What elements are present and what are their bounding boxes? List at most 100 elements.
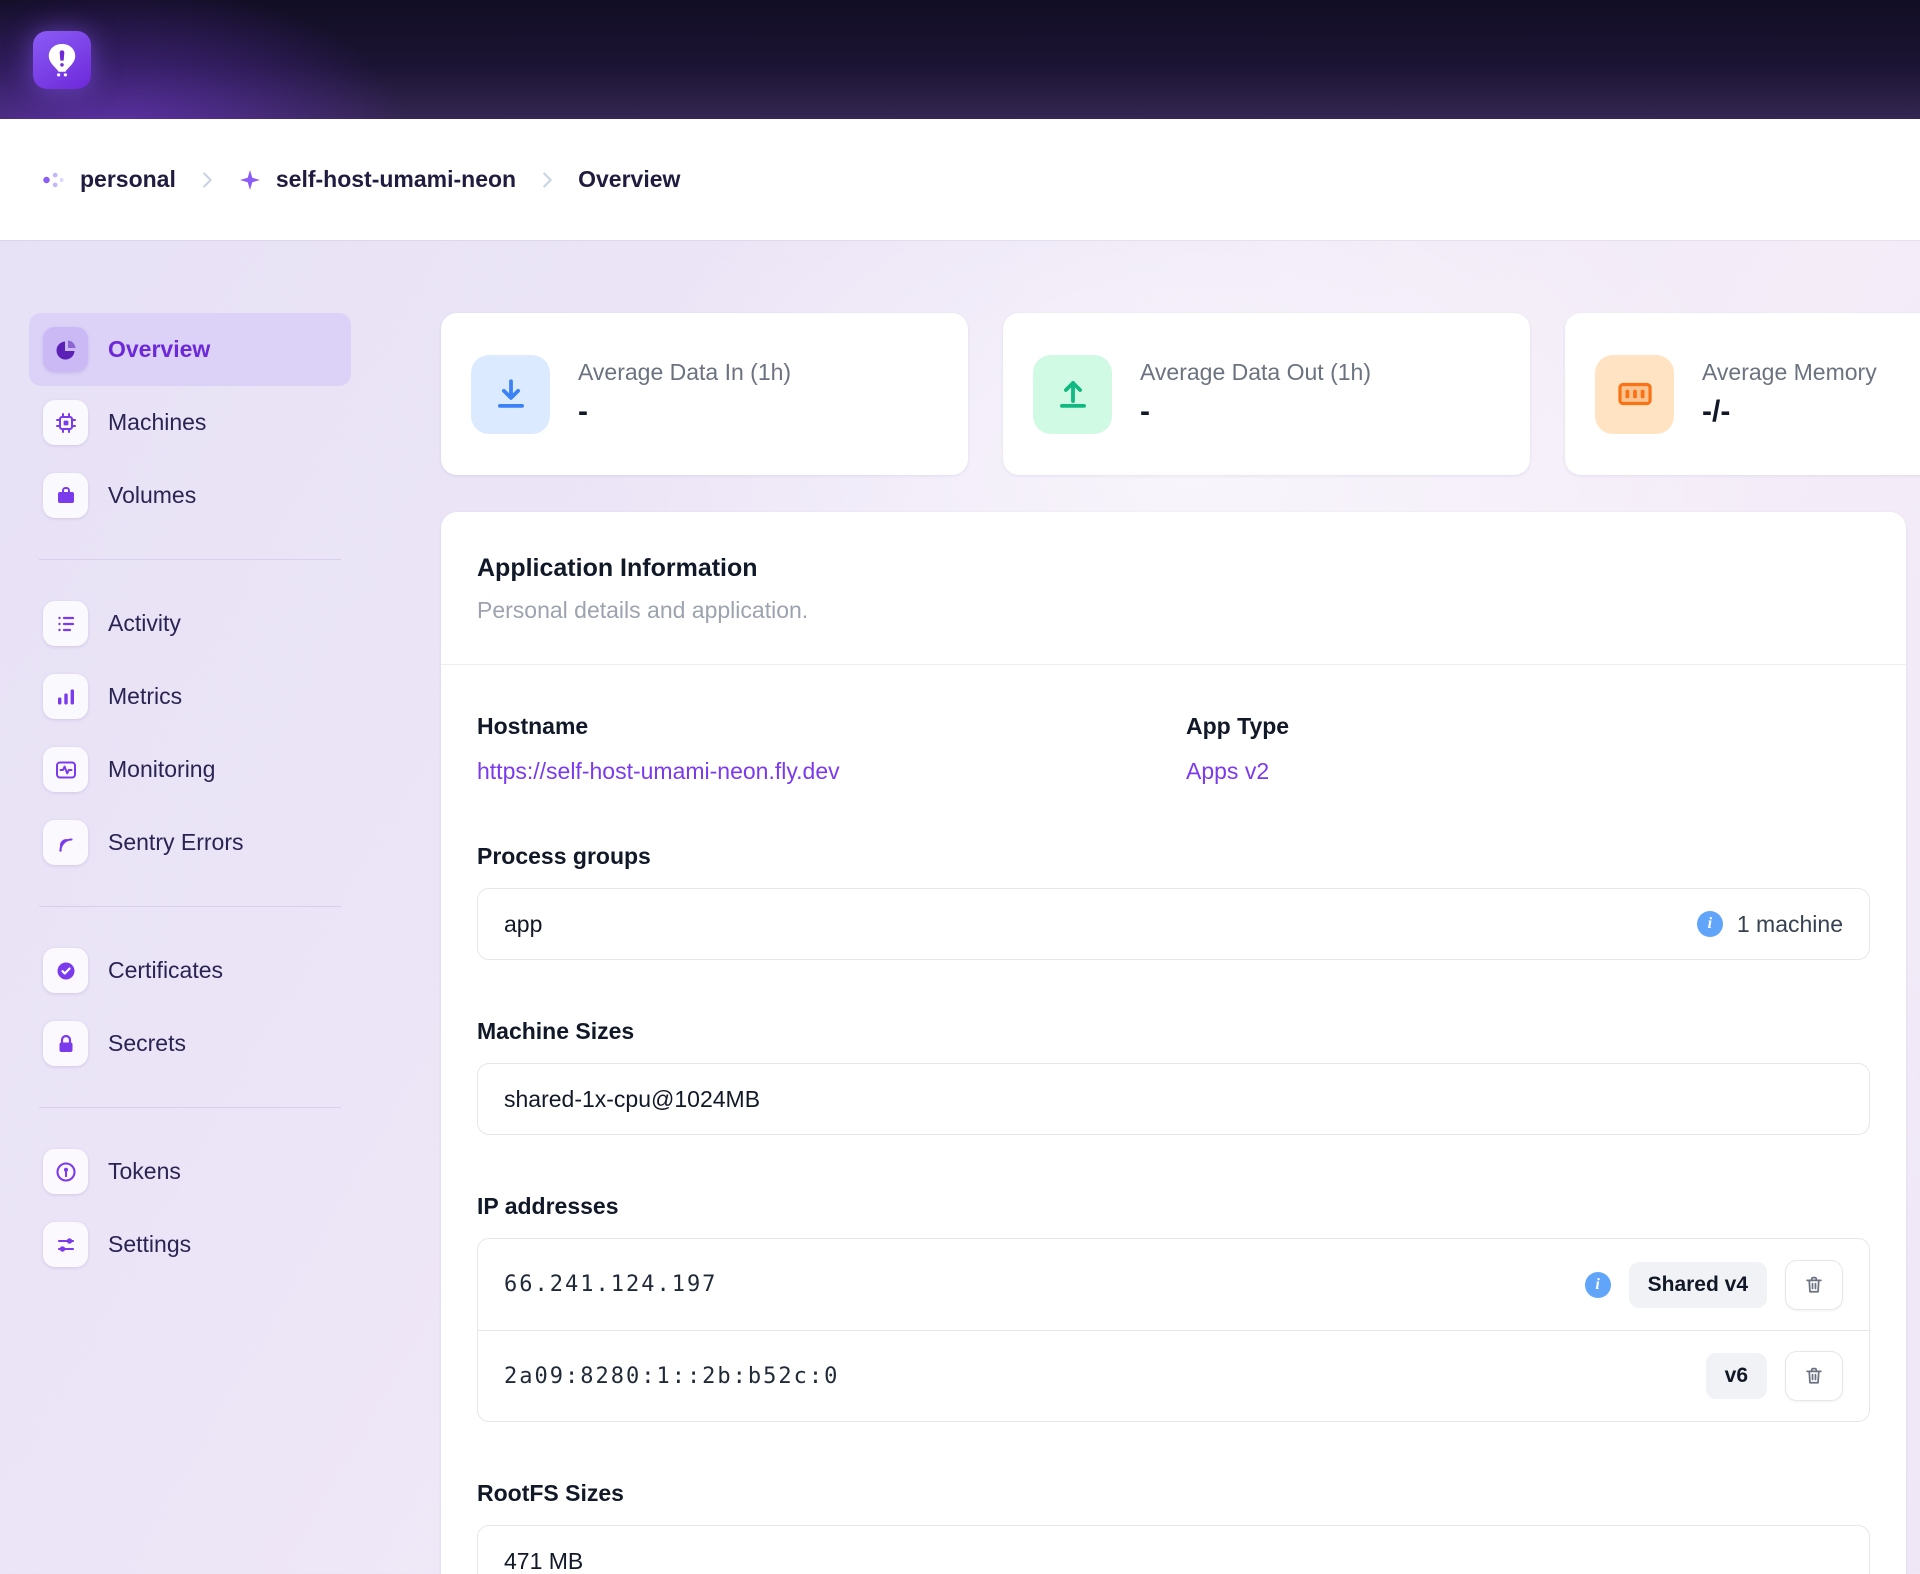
ip-row: 2a09:8280:1::2b:b52c:0 v6 bbox=[478, 1330, 1869, 1421]
process-groups-section: Process groups app i 1 machine bbox=[477, 843, 1870, 960]
machine-size-row: shared-1x-cpu@1024MB bbox=[477, 1063, 1870, 1135]
stats-row: Average Data In (1h) - Average Data Out … bbox=[441, 313, 1920, 475]
sidebar-item-label: Volumes bbox=[108, 482, 196, 509]
main-content: Average Data In (1h) - Average Data Out … bbox=[441, 313, 1920, 1574]
sidebar-item-machines[interactable]: Machines bbox=[29, 386, 351, 459]
delete-ip-button[interactable] bbox=[1785, 1260, 1843, 1310]
chip-icon bbox=[43, 400, 88, 445]
sidebar-item-volumes[interactable]: Volumes bbox=[29, 459, 351, 532]
chevron-right-icon bbox=[536, 169, 558, 191]
token-icon bbox=[43, 1149, 88, 1194]
sidebar-divider bbox=[39, 559, 341, 560]
page-content: Overview Machines Volumes bbox=[0, 240, 1920, 1574]
sidebar-divider bbox=[39, 906, 341, 907]
sidebar-item-label: Tokens bbox=[108, 1158, 181, 1185]
stat-value: -/- bbox=[1702, 395, 1877, 429]
ip-address-table: 66.241.124.197 i Shared v4 bbox=[477, 1238, 1870, 1422]
stat-card-memory: Average Memory -/- bbox=[1565, 313, 1920, 475]
ip-type-badge: Shared v4 bbox=[1629, 1262, 1767, 1308]
rootfs-size-value: 471 MB bbox=[504, 1548, 583, 1574]
info-icon[interactable]: i bbox=[1697, 911, 1723, 937]
briefcase-icon bbox=[43, 473, 88, 518]
ip-row: 66.241.124.197 i Shared v4 bbox=[478, 1239, 1869, 1330]
app-card-header: Application Information Personal details… bbox=[441, 512, 1906, 665]
sidebar-item-label: Sentry Errors bbox=[108, 829, 243, 856]
breadcrumb-page[interactable]: Overview bbox=[578, 166, 680, 193]
info-icon[interactable]: i bbox=[1585, 1272, 1611, 1298]
process-group-machine-count: 1 machine bbox=[1737, 911, 1843, 938]
sidebar-item-tokens[interactable]: Tokens bbox=[29, 1135, 351, 1208]
rootfs-sizes-section: RootFS Sizes 471 MB bbox=[477, 1480, 1870, 1574]
app-card-body: Hostname https://self-host-umami-neon.fl… bbox=[441, 713, 1906, 1574]
process-group-row: app i 1 machine bbox=[477, 888, 1870, 960]
ip-type-badge: v6 bbox=[1706, 1353, 1767, 1399]
breadcrumb: personal self-host-umami-neon Overview bbox=[0, 119, 1920, 240]
sentry-icon bbox=[43, 820, 88, 865]
trash-icon bbox=[1803, 1365, 1825, 1387]
breadcrumb-org[interactable]: personal bbox=[40, 166, 176, 193]
balloon-icon bbox=[40, 38, 84, 82]
pie-chart-icon bbox=[43, 327, 88, 372]
machine-sizes-label: Machine Sizes bbox=[477, 1018, 1870, 1045]
stat-value: - bbox=[1140, 395, 1371, 429]
stat-card-data-out: Average Data Out (1h) - bbox=[1003, 313, 1530, 475]
sidebar-item-monitoring[interactable]: Monitoring bbox=[29, 733, 351, 806]
activity-list-icon bbox=[43, 601, 88, 646]
sidebar-item-certificates[interactable]: Certificates bbox=[29, 934, 351, 1007]
breadcrumb-org-label: personal bbox=[80, 166, 176, 193]
sidebar-item-secrets[interactable]: Secrets bbox=[29, 1007, 351, 1080]
sidebar-item-metrics[interactable]: Metrics bbox=[29, 660, 351, 733]
badge-check-icon bbox=[43, 948, 88, 993]
machine-sizes-section: Machine Sizes shared-1x-cpu@1024MB bbox=[477, 1018, 1870, 1135]
fly-logo[interactable] bbox=[33, 31, 91, 89]
sidebar-item-label: Monitoring bbox=[108, 756, 215, 783]
hostname-label: Hostname bbox=[477, 713, 1186, 740]
upload-icon bbox=[1033, 355, 1112, 434]
org-dots-icon bbox=[40, 167, 66, 193]
ip-address: 2a09:8280:1::2b:b52c:0 bbox=[504, 1364, 839, 1389]
app-type-field: App Type Apps v2 bbox=[1186, 713, 1870, 785]
lock-icon bbox=[43, 1021, 88, 1066]
app-card-title: Application Information bbox=[477, 554, 1870, 583]
waveform-icon bbox=[43, 747, 88, 792]
rootfs-sizes-label: RootFS Sizes bbox=[477, 1480, 1870, 1507]
chevron-right-icon bbox=[196, 169, 218, 191]
process-group-name: app bbox=[504, 911, 542, 938]
ip-address: 66.241.124.197 bbox=[504, 1272, 717, 1297]
breadcrumb-app-label: self-host-umami-neon bbox=[276, 166, 516, 193]
sidebar-item-label: Activity bbox=[108, 610, 181, 637]
stat-label: Average Data In (1h) bbox=[578, 359, 791, 386]
sidebar-item-activity[interactable]: Activity bbox=[29, 587, 351, 660]
breadcrumb-app[interactable]: self-host-umami-neon bbox=[238, 166, 516, 193]
sidebar-item-label: Certificates bbox=[108, 957, 223, 984]
delete-ip-button[interactable] bbox=[1785, 1351, 1843, 1401]
app-type-link[interactable]: Apps v2 bbox=[1186, 758, 1269, 785]
ip-addresses-section: IP addresses 66.241.124.197 i Shared v4 bbox=[477, 1193, 1870, 1422]
stat-label: Average Data Out (1h) bbox=[1140, 359, 1371, 386]
sidebar-item-label: Overview bbox=[108, 336, 210, 363]
sidebar-item-overview[interactable]: Overview bbox=[29, 313, 351, 386]
sparkle-icon bbox=[238, 168, 262, 192]
sidebar-item-label: Machines bbox=[108, 409, 206, 436]
stat-card-data-in: Average Data In (1h) - bbox=[441, 313, 968, 475]
stat-value: - bbox=[578, 395, 791, 429]
rootfs-size-row: 471 MB bbox=[477, 1525, 1870, 1574]
sidebar-item-label: Secrets bbox=[108, 1030, 186, 1057]
app-type-label: App Type bbox=[1186, 713, 1870, 740]
sidebar: Overview Machines Volumes bbox=[29, 313, 351, 1281]
stat-label: Average Memory bbox=[1702, 359, 1877, 386]
top-bar bbox=[0, 0, 1920, 119]
app-card-subtitle: Personal details and application. bbox=[477, 597, 1870, 624]
toggles-icon bbox=[43, 1222, 88, 1267]
machine-size-value: shared-1x-cpu@1024MB bbox=[504, 1086, 760, 1113]
sidebar-item-label: Metrics bbox=[108, 683, 182, 710]
application-information-card: Application Information Personal details… bbox=[441, 512, 1906, 1574]
breadcrumb-page-label: Overview bbox=[578, 166, 680, 193]
download-icon bbox=[471, 355, 550, 434]
memory-icon bbox=[1595, 355, 1674, 434]
hostname-apptype-row: Hostname https://self-host-umami-neon.fl… bbox=[477, 713, 1870, 785]
ip-addresses-label: IP addresses bbox=[477, 1193, 1870, 1220]
hostname-link[interactable]: https://self-host-umami-neon.fly.dev bbox=[477, 758, 840, 785]
sidebar-item-settings[interactable]: Settings bbox=[29, 1208, 351, 1281]
sidebar-item-sentry-errors[interactable]: Sentry Errors bbox=[29, 806, 351, 879]
